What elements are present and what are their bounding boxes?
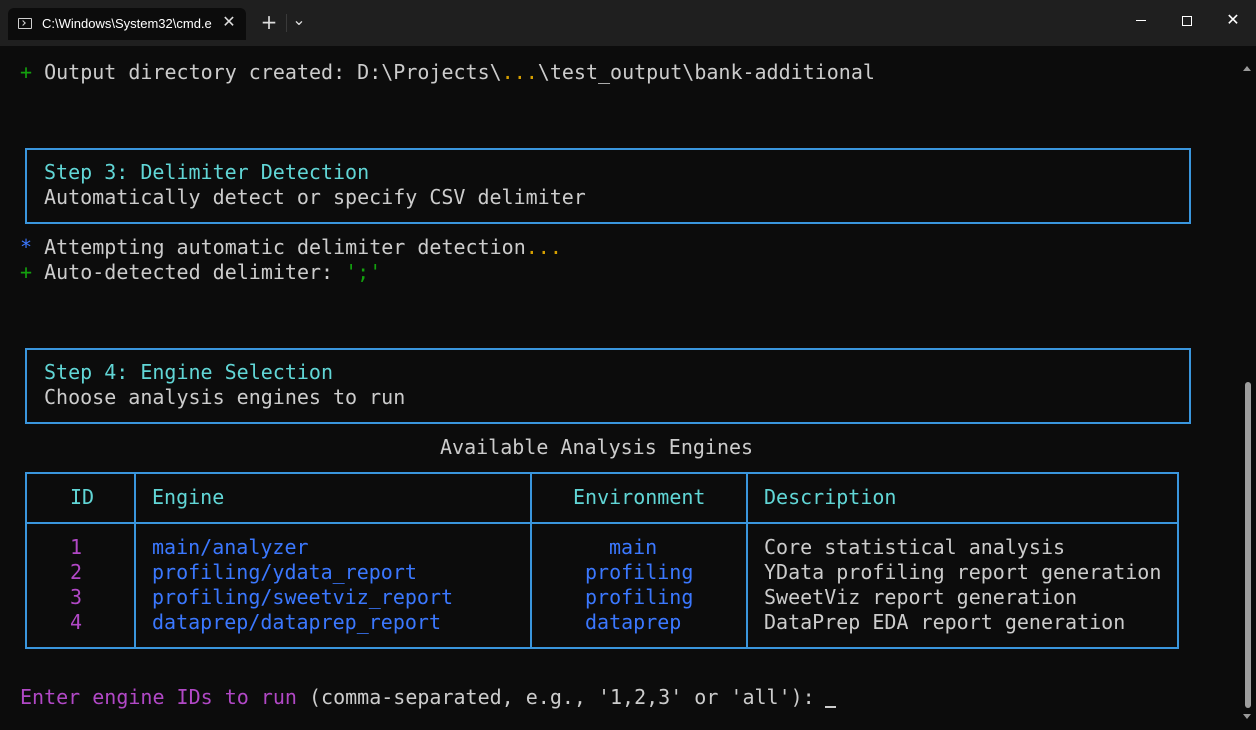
- detection-attempt-line: * Attempting automatic delimiter detecti…: [20, 235, 562, 260]
- row-id: 4: [70, 610, 83, 634]
- output-directory-line: + Output directory created: D:\Projects\…: [20, 60, 875, 85]
- minimize-button[interactable]: [1118, 0, 1164, 40]
- close-window-button[interactable]: ✕: [1210, 0, 1256, 40]
- vertical-scrollbar[interactable]: [1240, 46, 1256, 730]
- new-tab-icon[interactable]: +: [258, 10, 280, 34]
- row-engine: profiling/ydata_report: [152, 560, 417, 584]
- scroll-down-icon[interactable]: [1243, 714, 1251, 719]
- header-id: ID: [70, 485, 95, 509]
- detected-delimiter-label: Auto-detected delimiter:: [44, 260, 346, 284]
- row-environment: main: [609, 535, 658, 559]
- step4-subtitle: Choose analysis engines to run: [44, 385, 406, 409]
- engine-prompt-line[interactable]: Enter engine IDs to run (comma-separated…: [20, 685, 827, 710]
- row-engine: dataprep/dataprep_report: [152, 610, 441, 634]
- title-bar: C:\Windows\System32\cmd.e ✕ + ⌄ ✕: [0, 0, 1256, 46]
- output-directory-tail: \test_output\bank-additional: [537, 60, 875, 84]
- column-divider: [530, 474, 532, 647]
- row-environment: profiling: [585, 560, 694, 584]
- step3-panel: Step 3: Delimiter Detection Automaticall…: [25, 148, 1191, 224]
- row-environment: dataprep: [585, 610, 682, 634]
- column-divider: [134, 474, 136, 647]
- minimize-icon: [1136, 20, 1146, 21]
- maximize-button[interactable]: [1164, 0, 1210, 40]
- header-divider: [27, 522, 1177, 524]
- row-description: SweetViz report generation: [764, 585, 1078, 609]
- row-engine: profiling/sweetviz_report: [152, 585, 454, 609]
- chevron-down-icon[interactable]: ⌄: [290, 8, 308, 32]
- terminal-tab[interactable]: C:\Windows\System32\cmd.e ✕: [8, 8, 246, 40]
- text-cursor: [825, 706, 836, 708]
- detection-ellipsis: ...: [525, 235, 562, 259]
- scroll-up-icon[interactable]: [1243, 66, 1251, 71]
- step3-subtitle: Automatically detect or specify CSV deli…: [44, 185, 586, 209]
- row-environment: profiling: [585, 585, 694, 609]
- header-description: Description: [764, 485, 897, 509]
- tab-title: C:\Windows\System32\cmd.e: [42, 16, 212, 31]
- plus-marker: +: [20, 260, 33, 284]
- detection-attempt-text: Attempting automatic delimiter detection: [44, 235, 526, 259]
- header-engine: Engine: [152, 485, 225, 509]
- tab-close-icon[interactable]: ✕: [220, 13, 238, 33]
- detected-delimiter-value: ';': [345, 260, 382, 284]
- row-description: YData profiling report generation: [764, 560, 1162, 584]
- row-description: Core statistical analysis: [764, 535, 1066, 559]
- maximize-icon: [1182, 15, 1192, 26]
- column-divider: [746, 474, 748, 647]
- output-directory-text: Output directory created: D:\Projects\: [44, 60, 502, 84]
- row-id: 1: [70, 535, 83, 559]
- star-marker: *: [20, 235, 33, 259]
- prompt-hint: (comma-separated, e.g., '1,2,3' or 'all'…: [296, 685, 827, 709]
- row-description: DataPrep EDA report generation: [764, 610, 1126, 634]
- row-id: 2: [70, 560, 83, 584]
- scrollbar-thumb[interactable]: [1245, 382, 1251, 708]
- detected-delimiter-line: + Auto-detected delimiter: ';': [20, 260, 381, 285]
- table-title: Available Analysis Engines: [440, 435, 754, 459]
- step4-panel: Step 4: Engine Selection Choose analysis…: [25, 348, 1191, 424]
- row-engine: main/analyzer: [152, 535, 309, 559]
- prompt-label: Enter engine IDs to run: [20, 685, 297, 709]
- plus-marker: +: [20, 60, 33, 84]
- cmd-icon: [18, 18, 32, 29]
- step3-title: Step 3: Delimiter Detection: [44, 160, 370, 184]
- close-icon: ✕: [1226, 10, 1240, 29]
- path-ellipsis: ...: [501, 60, 538, 84]
- header-environment: Environment: [573, 485, 706, 509]
- row-id: 3: [70, 585, 83, 609]
- step4-title: Step 4: Engine Selection: [44, 360, 333, 384]
- title-bar-separator: [286, 14, 287, 32]
- engines-table: ID Engine Environment Description 1 main…: [25, 472, 1179, 649]
